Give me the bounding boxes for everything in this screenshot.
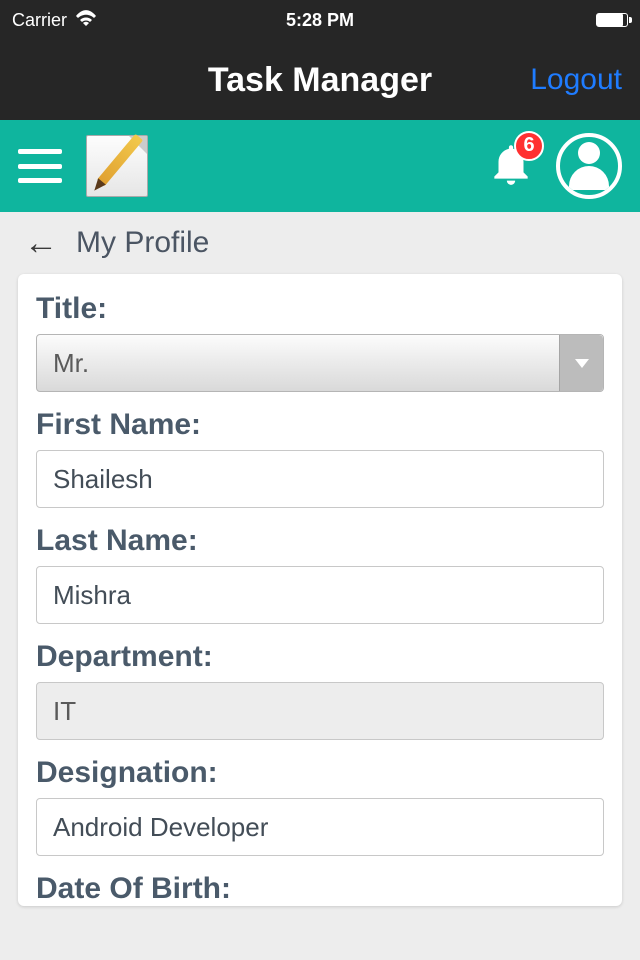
title-value: Mr.: [53, 348, 89, 379]
department-input: [36, 682, 604, 740]
profile-avatar[interactable]: [556, 133, 622, 199]
last-name-input[interactable]: [36, 566, 604, 624]
wifi-icon: [75, 10, 97, 31]
breadcrumb: ← My Profile: [0, 212, 640, 274]
carrier-label: Carrier: [12, 10, 67, 31]
title-label: Title:: [36, 292, 604, 326]
notification-badge: 6: [514, 131, 544, 161]
app-title: Task Manager: [208, 61, 432, 100]
chevron-down-icon: [559, 335, 603, 391]
clock: 5:28 PM: [286, 10, 354, 31]
toolbar: 6: [0, 120, 640, 212]
last-name-label: Last Name:: [36, 524, 604, 558]
dob-label: Date Of Birth:: [36, 872, 604, 906]
back-button[interactable]: ←: [24, 226, 58, 260]
designation-label: Designation:: [36, 756, 604, 790]
page-title: My Profile: [76, 226, 209, 260]
battery-icon: [596, 13, 628, 27]
title-bar: Task Manager Logout: [0, 40, 640, 120]
status-bar: Carrier 5:28 PM: [0, 0, 640, 40]
notifications-button[interactable]: 6: [486, 139, 536, 194]
first-name-input[interactable]: [36, 450, 604, 508]
first-name-label: First Name:: [36, 408, 604, 442]
profile-form: Title: Mr. First Name: Last Name: Depart…: [18, 274, 622, 906]
department-label: Department:: [36, 640, 604, 674]
designation-input[interactable]: [36, 798, 604, 856]
logout-button[interactable]: Logout: [530, 63, 622, 97]
title-select[interactable]: Mr.: [36, 334, 604, 392]
menu-icon[interactable]: [18, 149, 62, 183]
compose-icon[interactable]: [86, 135, 148, 197]
